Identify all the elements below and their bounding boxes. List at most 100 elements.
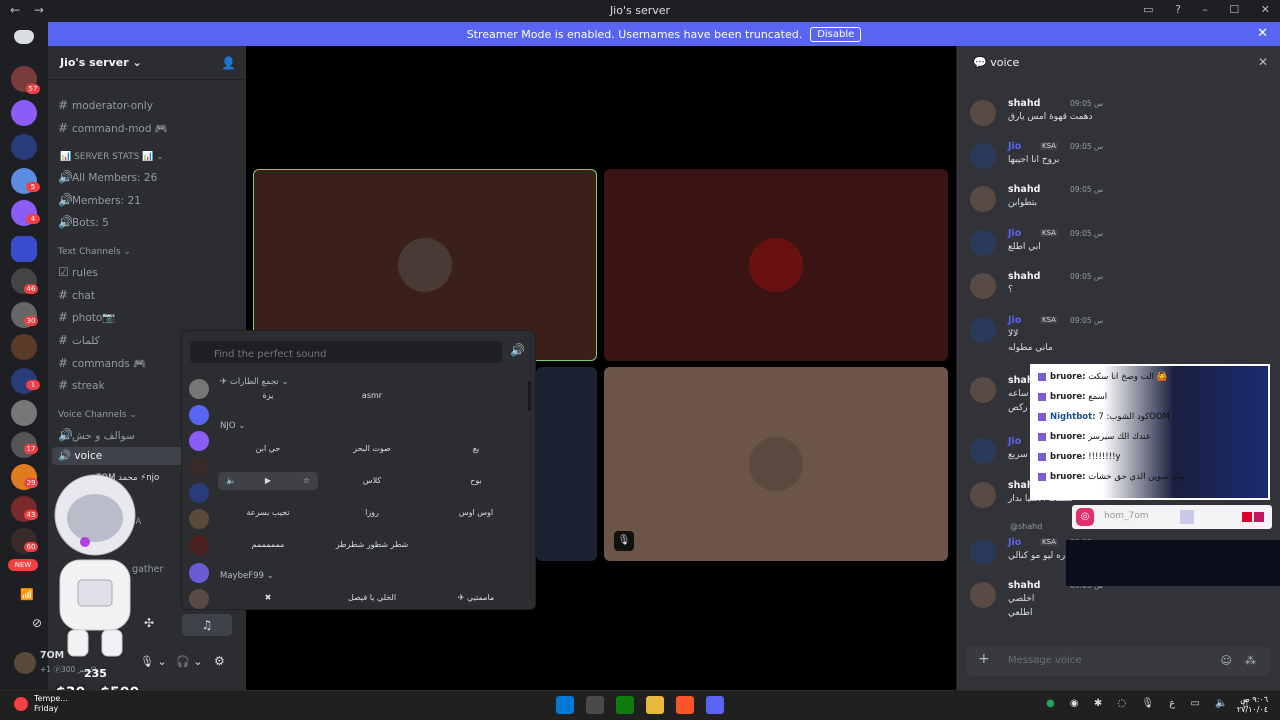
- sound-button[interactable]: يزة: [218, 387, 318, 405]
- sound-button[interactable]: صوت البحر: [322, 440, 422, 458]
- sound-button-hovered[interactable]: 🔈 ▶ ☆: [218, 472, 318, 490]
- channel-commands[interactable]: # commands 🎮: [58, 356, 146, 370]
- avatar[interactable]: [970, 582, 996, 608]
- avatar[interactable]: [970, 230, 996, 256]
- category-server-stats[interactable]: 📊 SERVER STATS 📊 ⌄: [60, 152, 164, 162]
- participant-tile[interactable]: 🎙: [604, 367, 948, 561]
- channel-moderator-only[interactable]: # moderator-only: [58, 98, 153, 112]
- apps-icon[interactable]: ⁂: [1245, 654, 1256, 667]
- language-indicator[interactable]: ع: [1169, 698, 1175, 709]
- app-tray-icon[interactable]: ◌: [1117, 698, 1126, 709]
- server-icon[interactable]: [11, 100, 37, 126]
- connection-icon[interactable]: 📶: [20, 588, 34, 601]
- channel-streak[interactable]: # streak: [58, 378, 105, 392]
- invite-icon[interactable]: 👤: [221, 56, 236, 70]
- status-dot-icon[interactable]: ●: [1046, 698, 1055, 709]
- headphones-icon[interactable]: 🎧 ⌄: [176, 655, 202, 668]
- inbox-icon[interactable]: ▭: [1143, 3, 1153, 16]
- clock[interactable]: ٩:٠٦ ص ٢٧/١٠/٠٤: [1237, 695, 1268, 715]
- sound-button[interactable]: ممممممم: [218, 536, 318, 554]
- message-author[interactable]: shahd: [1008, 271, 1040, 282]
- server-filter[interactable]: [189, 379, 209, 399]
- sound-button[interactable]: اوس اوس: [426, 504, 526, 522]
- message-author[interactable]: Jio: [1008, 537, 1021, 548]
- weather-widget[interactable]: Tempe... Friday: [34, 694, 68, 714]
- help-icon[interactable]: ?: [1175, 3, 1181, 16]
- category-voice-channels[interactable]: Voice Channels ⌄: [58, 410, 137, 420]
- server-header[interactable]: Jio's server ⌄ 👤: [48, 46, 246, 80]
- settings-gear-icon[interactable]: ⚙: [214, 654, 225, 668]
- avatar[interactable]: [970, 539, 996, 565]
- minimize-icon[interactable]: –: [1202, 3, 1208, 16]
- xbox-icon[interactable]: [616, 696, 634, 714]
- sound-group-header[interactable]: NJO ⌄: [220, 421, 245, 431]
- volume-tray-icon[interactable]: 🔈: [1215, 698, 1227, 709]
- close-icon[interactable]: ✕: [1257, 26, 1268, 41]
- avatar[interactable]: [14, 652, 36, 674]
- avatar[interactable]: [970, 377, 996, 403]
- avatar[interactable]: [970, 100, 996, 126]
- discord-app-icon[interactable]: [706, 696, 724, 714]
- sound-button[interactable]: يع: [426, 440, 526, 458]
- channel-command-mod[interactable]: # command-mod 🎮: [58, 121, 168, 135]
- sound-group-header[interactable]: ✈ تجمع الطارات ⌄: [220, 377, 289, 387]
- disable-button[interactable]: Disable: [810, 26, 862, 42]
- emoji-icon[interactable]: ☺: [1221, 654, 1232, 667]
- message-author[interactable]: shahd: [1008, 184, 1040, 195]
- sound-button[interactable]: كلاس: [322, 472, 422, 490]
- avatar[interactable]: [970, 143, 996, 169]
- server-filter[interactable]: [189, 563, 209, 583]
- folder-icon[interactable]: [11, 236, 37, 262]
- server-filter[interactable]: [189, 589, 209, 609]
- sound-button[interactable]: روزا: [322, 504, 422, 522]
- server-filter[interactable]: [189, 431, 209, 451]
- start-icon[interactable]: [556, 696, 574, 714]
- message-author[interactable]: Jio: [1008, 141, 1021, 152]
- stat-members[interactable]: 🔊Members: 21: [58, 193, 141, 207]
- server-filter[interactable]: [189, 535, 209, 555]
- message-author[interactable]: Jio: [1008, 436, 1021, 447]
- message-author[interactable]: shahd: [1008, 98, 1040, 109]
- server-filter[interactable]: [189, 509, 209, 529]
- brave-browser-icon[interactable]: [676, 696, 694, 714]
- favorite-star-icon[interactable]: ☆: [303, 472, 310, 490]
- server-filter[interactable]: [189, 483, 209, 503]
- reply-reference[interactable]: @shahd: [1010, 522, 1042, 531]
- channel-photo[interactable]: # photo📷: [58, 310, 115, 324]
- stat-all-members[interactable]: 🔊All Members: 26: [58, 170, 157, 184]
- message-author[interactable]: shahd: [1008, 580, 1040, 591]
- participant-tile[interactable]: [604, 169, 948, 361]
- soundboard-button[interactable]: ♫: [182, 614, 232, 636]
- sound-button[interactable]: حي ابن: [218, 440, 318, 458]
- close-window-icon[interactable]: ✕: [1261, 3, 1270, 16]
- sound-button[interactable]: ✖: [218, 589, 318, 607]
- scrollbar[interactable]: [528, 381, 531, 411]
- sound-button[interactable]: asmr: [322, 387, 422, 405]
- sound-button[interactable]: بوح: [426, 472, 526, 490]
- mic-tray-icon[interactable]: 🎙: [1141, 698, 1154, 709]
- network-icon[interactable]: ▭: [1190, 698, 1199, 709]
- bluetooth-icon[interactable]: ✱: [1094, 698, 1102, 709]
- sound-button[interactable]: تجيب بسرعة: [218, 504, 318, 522]
- message-author[interactable]: Jio: [1008, 315, 1021, 326]
- server-filter[interactable]: [189, 457, 209, 477]
- maximize-icon[interactable]: ☐: [1229, 3, 1239, 16]
- server-icon[interactable]: [11, 400, 37, 426]
- discord-home-icon[interactable]: [14, 30, 34, 44]
- channel-words[interactable]: # كلمات: [58, 333, 100, 347]
- volume-icon[interactable]: 🔈: [226, 472, 236, 490]
- message-composer[interactable]: + Message voice ☺ ⁂: [966, 646, 1270, 676]
- avatar[interactable]: [970, 482, 996, 508]
- server-filter[interactable]: [189, 405, 209, 425]
- discord-tray-icon[interactable]: ◉: [1070, 698, 1079, 709]
- sound-group-header[interactable]: MaybeF99 ⌄: [220, 571, 274, 581]
- sound-button[interactable]: الخلي يا فيصل: [322, 589, 422, 607]
- volume-icon[interactable]: 🔊: [510, 343, 525, 357]
- avatar[interactable]: [970, 317, 996, 343]
- server-icon[interactable]: [11, 134, 37, 160]
- sound-button[interactable]: شطر شطور شطرطر: [322, 536, 422, 554]
- weather-icon[interactable]: [14, 697, 28, 711]
- add-attachment-icon[interactable]: +: [978, 651, 990, 667]
- file-explorer-icon[interactable]: [646, 696, 664, 714]
- avatar[interactable]: [970, 438, 996, 464]
